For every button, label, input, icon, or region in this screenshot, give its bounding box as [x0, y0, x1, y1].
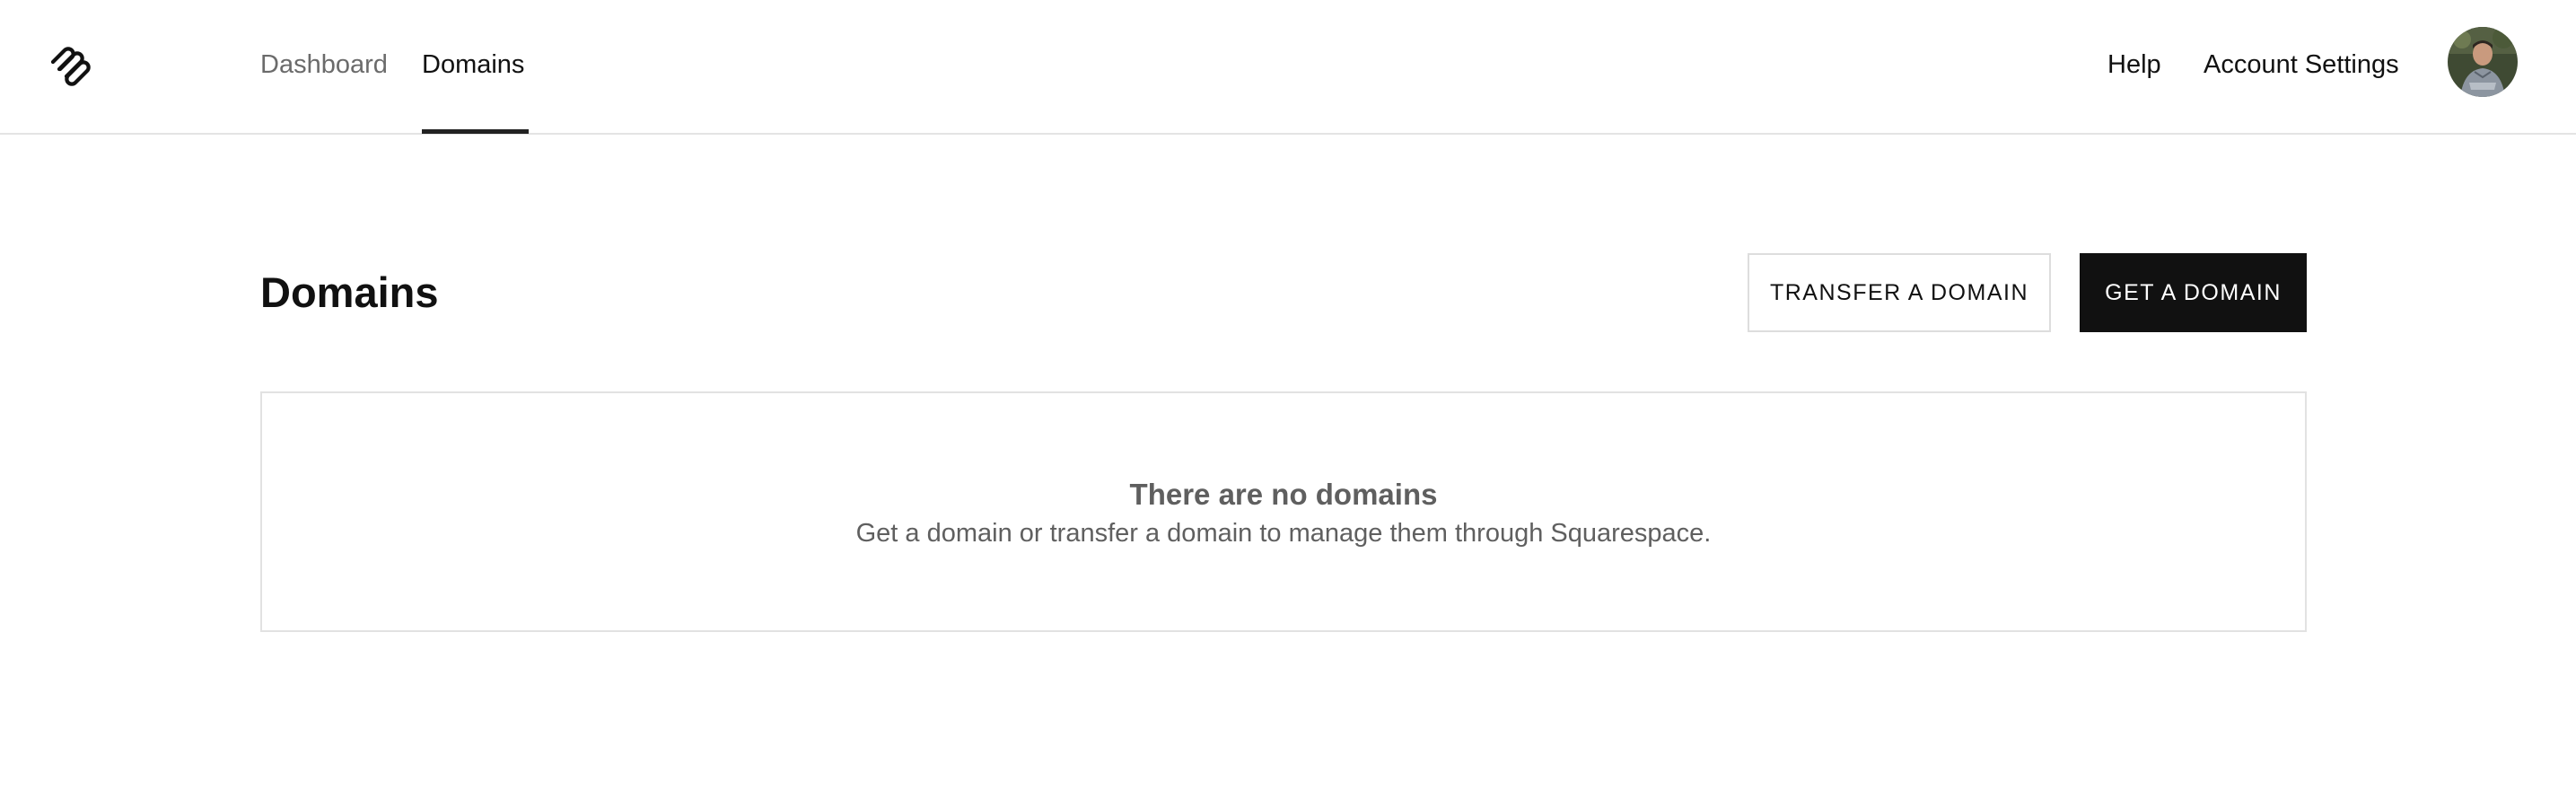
- empty-state-title: There are no domains: [1129, 478, 1438, 511]
- account-settings-link[interactable]: Account Settings: [2204, 47, 2399, 83]
- get-domain-button[interactable]: GET A DOMAIN: [2080, 253, 2307, 332]
- empty-state-message: Get a domain or transfer a domain to man…: [855, 519, 1712, 548]
- empty-state-panel: There are no domains Get a domain or tra…: [260, 391, 2307, 632]
- help-link[interactable]: Help: [2107, 47, 2161, 83]
- top-navigation-bar: Dashboard Domains Help Account Settings: [0, 0, 2576, 135]
- transfer-domain-button[interactable]: TRANSFER A DOMAIN: [1748, 253, 2051, 332]
- tab-dashboard[interactable]: Dashboard: [260, 47, 388, 83]
- page-title: Domains: [260, 268, 439, 316]
- user-avatar[interactable]: [2448, 27, 2518, 97]
- squarespace-logo-icon[interactable]: [47, 41, 93, 88]
- active-tab-indicator: [422, 129, 529, 134]
- tab-domains[interactable]: Domains: [422, 47, 524, 83]
